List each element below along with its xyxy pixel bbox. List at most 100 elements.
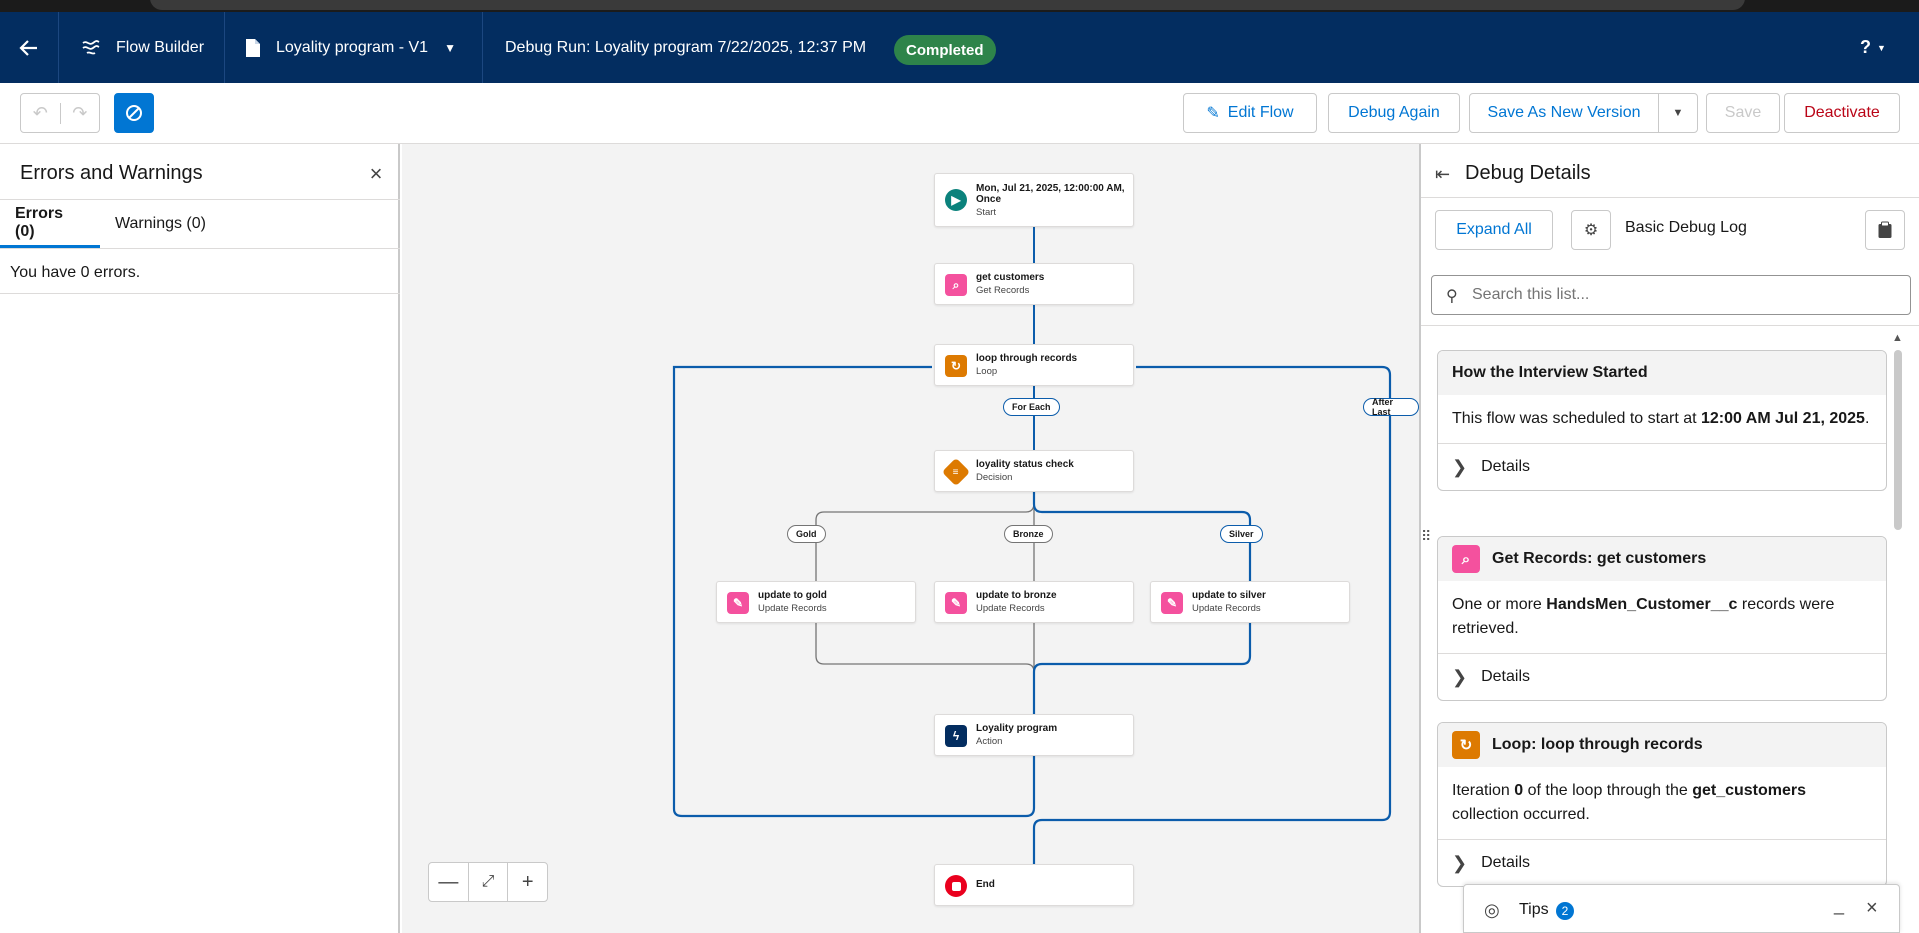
node-title: Loyality program <box>976 723 1058 734</box>
save-button[interactable]: Save <box>1706 93 1780 133</box>
tips-panel[interactable]: ◎ Tips 2 _ × <box>1463 884 1900 933</box>
errors-warnings-panel: Errors and Warnings × Errors (0) Warning… <box>0 144 400 933</box>
loop-node[interactable]: ↻ loop through records Loop <box>934 344 1134 386</box>
play-icon: ▶ <box>945 189 967 211</box>
expand-all-button[interactable]: Expand All <box>1435 210 1553 250</box>
node-title-line2: Once <box>976 194 1002 205</box>
header-divider <box>482 12 483 83</box>
get-records-node[interactable]: ⌕ get customers Get Records <box>934 263 1134 305</box>
divider <box>0 293 400 294</box>
card-header: ↻ Loop: loop through records <box>1438 723 1886 767</box>
node-title: update to silver <box>1192 590 1266 601</box>
silver-branch-label: Silver <box>1220 525 1263 543</box>
node-subtitle: Update Records <box>1192 603 1261 614</box>
action-node[interactable]: ϟ Loyality program Action <box>934 714 1134 756</box>
search-placeholder: Search this list... <box>1472 286 1590 303</box>
collapse-panel-icon[interactable]: ⇤ <box>1435 164 1450 185</box>
start-node[interactable]: ▶ Mon, Jul 21, 2025, 12:00:00 AM, Once S… <box>934 173 1134 227</box>
flow-name-dropdown[interactable]: Loyality program - V1 ▼ <box>244 12 456 83</box>
search-input[interactable]: ⚲ Search this list... <box>1431 275 1911 315</box>
address-bar[interactable] <box>150 0 1745 10</box>
toolbar: ↶ ↷ ✎ Edit Flow Debug Again Save As New … <box>0 83 1919 144</box>
end-node[interactable]: End <box>934 864 1134 906</box>
loop-icon: ↻ <box>945 355 967 377</box>
deactivate-button[interactable]: Deactivate <box>1784 93 1900 133</box>
details-toggle[interactable]: ❯ Details <box>1438 840 1886 886</box>
chevron-right-icon: ❯ <box>1452 852 1468 873</box>
card-title: Loop: loop through records <box>1492 736 1703 753</box>
card-title: Get Records: get customers <box>1492 550 1707 567</box>
card-title: How the Interview Started <box>1438 351 1886 395</box>
debug-details-panel: ⇤ Debug Details Expand All ⚙ Basic Debug… <box>1419 144 1919 933</box>
close-icon[interactable]: × <box>366 163 386 185</box>
close-icon[interactable]: × <box>1866 897 1878 920</box>
minimize-icon[interactable]: _ <box>1834 895 1844 916</box>
card-header: ⌕ Get Records: get customers <box>1438 537 1886 581</box>
block-icon <box>126 105 142 121</box>
card-text: One or more <box>1452 596 1547 613</box>
card-text: This flow was scheduled to start at <box>1452 410 1701 427</box>
chevron-right-icon: ❯ <box>1452 666 1468 687</box>
flow-canvas[interactable]: ▶ Mon, Jul 21, 2025, 12:00:00 AM, Once S… <box>402 144 1419 933</box>
get-records-icon: ⌕ <box>945 274 967 296</box>
debug-again-button[interactable]: Debug Again <box>1328 93 1460 133</box>
update-silver-node[interactable]: ✎ update to silver Update Records <box>1150 581 1350 623</box>
tab-warnings[interactable]: Warnings (0) <box>115 200 206 248</box>
zoom-controls: — ⤢ + <box>428 862 548 902</box>
node-title: get customers <box>976 272 1045 283</box>
fit-to-view-icon[interactable]: ⤢ <box>469 863 509 901</box>
tab-errors[interactable]: Errors (0) <box>0 200 100 248</box>
undo-icon[interactable]: ↶ <box>21 102 61 124</box>
details-label: Details <box>1481 854 1530 871</box>
card-text: of the loop through the <box>1523 782 1693 799</box>
details-label: Details <box>1481 458 1530 475</box>
get-records-icon: ⌕ <box>1452 545 1480 573</box>
flow-builder-label: Flow Builder <box>116 38 205 56</box>
node-subtitle: Loop <box>976 366 998 377</box>
redo-icon[interactable]: ↷ <box>61 103 100 124</box>
debug-log-label: Basic Debug Log <box>1625 219 1747 236</box>
tips-label: Tips <box>1519 901 1549 918</box>
browser-chrome <box>0 0 1919 12</box>
undo-redo-group: ↶ ↷ <box>20 93 100 133</box>
scrollbar[interactable]: ▲ <box>1891 332 1903 932</box>
disable-debug-button[interactable] <box>114 93 154 133</box>
panel-title: Debug Details <box>1465 162 1591 184</box>
update-gold-node[interactable]: ✎ update to gold Update Records <box>716 581 916 623</box>
details-toggle[interactable]: ❯ Details <box>1438 654 1886 700</box>
lightning-icon: ϟ <box>945 725 967 747</box>
scroll-up-icon[interactable]: ▲ <box>1892 332 1903 344</box>
node-title: loop through records <box>976 353 1078 364</box>
tips-count-badge: 2 <box>1556 902 1574 920</box>
decision-node[interactable]: ≡ loyality status check Decision <box>934 450 1134 492</box>
resize-handle-icon[interactable]: ⠿ <box>1421 528 1431 545</box>
card-body: Iteration 0 of the loop through the get_… <box>1438 767 1886 840</box>
debug-card-interview-start: How the Interview Started This flow was … <box>1437 350 1887 491</box>
node-title: update to bronze <box>976 590 1057 601</box>
stop-icon <box>945 875 967 897</box>
debug-card-loop: ↻ Loop: loop through records Iteration 0… <box>1437 722 1887 887</box>
save-as-new-version-button[interactable]: Save As New Version <box>1469 93 1659 133</box>
update-records-icon: ✎ <box>945 592 967 614</box>
card-text: collection occurred. <box>1452 806 1590 823</box>
update-bronze-node[interactable]: ✎ update to bronze Update Records <box>934 581 1134 623</box>
loop-icon: ↻ <box>1452 731 1480 759</box>
debug-settings-button[interactable]: ⚙ <box>1571 210 1611 250</box>
scrollbar-thumb[interactable] <box>1894 350 1902 530</box>
zoom-in-icon[interactable]: + <box>508 863 547 901</box>
help-menu[interactable]: ? ▼ <box>1860 12 1886 83</box>
flow-builder-link[interactable]: Flow Builder <box>80 12 204 83</box>
decision-icon: ≡ <box>941 457 971 487</box>
flow-connectors <box>672 227 1392 864</box>
details-toggle[interactable]: ❯ Details <box>1438 444 1886 490</box>
chevron-down-icon: ▼ <box>1672 107 1684 119</box>
copy-log-button[interactable] <box>1865 210 1905 250</box>
back-button[interactable] <box>18 12 40 83</box>
card-text: Iteration <box>1452 782 1515 799</box>
flow-name: Loyality program - V1 <box>276 38 429 56</box>
zoom-out-icon[interactable]: — <box>429 863 469 901</box>
edit-flow-button[interactable]: ✎ Edit Flow <box>1183 93 1317 133</box>
lifebuoy-icon: ◎ <box>1484 900 1500 920</box>
panel-title: Errors and Warnings <box>20 162 203 184</box>
save-options-dropdown[interactable]: ▼ <box>1658 93 1698 133</box>
